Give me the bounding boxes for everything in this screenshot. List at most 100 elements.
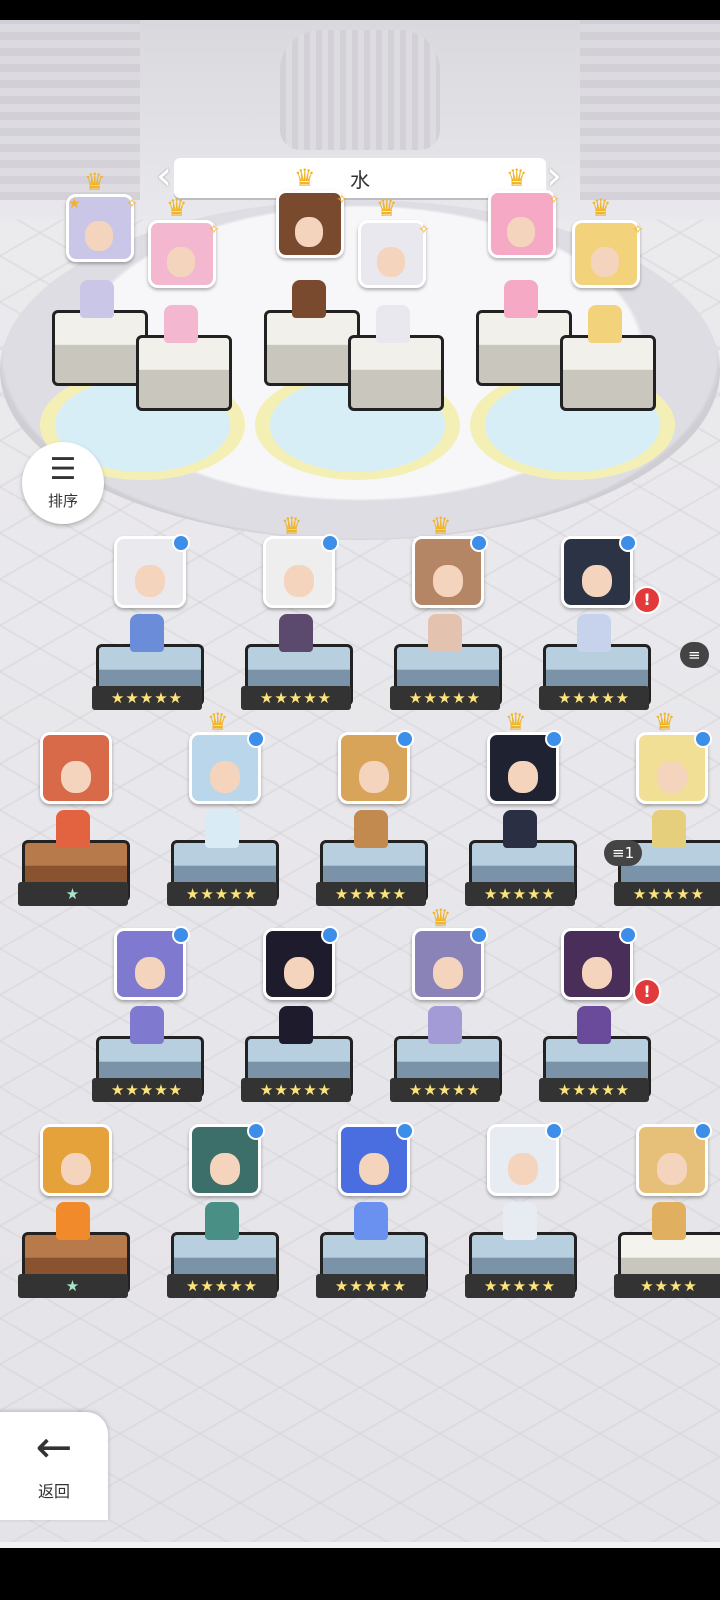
team-hero-sprite[interactable] <box>588 305 622 343</box>
hero-card[interactable]: ♛ ★★★★★ <box>594 710 720 917</box>
hero-card[interactable]: ♛ ★★★★★ <box>370 906 520 1113</box>
hero-sprite <box>279 614 313 652</box>
hero-sprite <box>428 1006 462 1044</box>
water-element-icon <box>247 730 265 748</box>
water-element-icon <box>172 926 190 944</box>
hero-face <box>508 761 538 793</box>
hero-face <box>210 761 240 793</box>
crown-icon: ♛ <box>84 168 106 196</box>
bond-badge: ≡ <box>680 642 709 668</box>
hero-portrait[interactable] <box>40 1124 112 1196</box>
hero-card[interactable]: ★★★★★ <box>72 918 222 1113</box>
back-label: 返回 <box>37 1482 70 1501</box>
alert-icon: ! <box>633 586 661 614</box>
element-title: 水 <box>350 167 370 192</box>
team-hero-portrait[interactable] <box>572 220 640 288</box>
hero-face <box>359 761 389 793</box>
hero-card[interactable]: ★★★★★ <box>296 722 446 917</box>
team-hero-sprite[interactable] <box>376 305 410 343</box>
alert-icon: ! <box>633 978 661 1006</box>
water-element-icon <box>172 534 190 552</box>
team-hero-sprite[interactable] <box>80 280 114 318</box>
water-element-icon <box>321 534 339 552</box>
crown-icon: ♛ <box>294 164 316 192</box>
star-rating: ★★★★★ <box>390 1078 500 1102</box>
team-hero-portrait[interactable] <box>276 190 344 258</box>
water-element-icon <box>694 1122 712 1140</box>
star-rating: ★★★★★ <box>92 1078 202 1102</box>
team-hero-sprite[interactable] <box>504 280 538 318</box>
crown-icon: ♛ <box>430 904 452 932</box>
hero-card[interactable]: ★★★★ <box>594 1114 720 1309</box>
right-pillar <box>580 20 720 200</box>
star-rating: ★★★★★ <box>390 686 500 710</box>
hero-sprite <box>130 614 164 652</box>
water-element-icon <box>694 730 712 748</box>
crown-icon: ♛ <box>430 512 452 540</box>
hero-card[interactable]: ♛ ★★★★★ <box>445 710 595 917</box>
hero-portrait[interactable] <box>40 732 112 804</box>
hero-card[interactable]: ! ★★★★★ <box>519 918 669 1113</box>
hero-sprite <box>279 1006 313 1044</box>
hero-card[interactable]: ♛ ★★★★★ <box>370 514 520 721</box>
team-pedestal <box>476 310 572 386</box>
sparkle-icon: ✧ <box>632 222 644 238</box>
hero-face <box>582 565 612 597</box>
hero-face <box>433 565 463 597</box>
star-rating: ★★★★★ <box>539 686 649 710</box>
hero-card[interactable]: ♛ ★★★★★ <box>147 710 297 917</box>
hero-card[interactable]: ★ <box>0 1114 148 1309</box>
star-rating: ★★★★★ <box>465 882 575 906</box>
bond-badge: ≡1 <box>604 840 643 866</box>
team-hero-portrait[interactable] <box>488 190 556 258</box>
hero-card[interactable]: ★★★★★ <box>72 526 222 721</box>
star-rating: ★★★★★ <box>465 1274 575 1298</box>
star-rating: ★★★★★ <box>539 1078 649 1102</box>
team-hero-sprite[interactable] <box>292 280 326 318</box>
back-button[interactable]: ← 返回 <box>0 1412 108 1520</box>
crown-icon: ♛ <box>376 194 398 222</box>
water-element-icon <box>247 1122 265 1140</box>
team-hero-portrait[interactable] <box>358 220 426 288</box>
sparkle-icon: ✧ <box>548 192 560 208</box>
hero-sprite <box>205 810 239 848</box>
team-hero-portrait[interactable] <box>148 220 216 288</box>
hero-card[interactable]: ★ <box>0 722 148 917</box>
bottom-strip <box>0 1542 720 1548</box>
star-rating: ★★★★★ <box>241 1078 351 1102</box>
hero-sprite <box>56 1202 90 1240</box>
sparkle-icon: ✧ <box>336 192 348 208</box>
water-element-icon <box>619 534 637 552</box>
star-rating: ★★★★★ <box>167 882 277 906</box>
team-hero-sprite[interactable] <box>164 305 198 343</box>
team-pedestal <box>264 310 360 386</box>
hero-face <box>657 761 687 793</box>
leader-star-icon: ★ <box>68 196 81 212</box>
hero-sprite <box>354 1202 388 1240</box>
hero-face <box>284 565 314 597</box>
crown-icon: ♛ <box>207 708 229 736</box>
hero-card[interactable]: ♛ ★★★★★ <box>221 514 371 721</box>
crown-icon: ♛ <box>166 194 188 222</box>
hero-sprite <box>652 810 686 848</box>
hero-face <box>359 1153 389 1185</box>
sort-icon: ☰ <box>49 452 77 487</box>
hero-card[interactable]: ★★★★★ <box>147 1114 297 1309</box>
hero-face <box>135 957 165 989</box>
team-pedestal <box>136 335 232 411</box>
hero-card[interactable]: ★★★★★ <box>221 918 371 1113</box>
hero-face <box>582 957 612 989</box>
hero-face <box>61 761 91 793</box>
hero-card[interactable]: ! ★★★★★ <box>519 526 669 721</box>
water-element-icon <box>321 926 339 944</box>
hero-sprite <box>503 810 537 848</box>
hero-card[interactable]: ★★★★★ <box>445 1114 595 1309</box>
hero-sprite <box>205 1202 239 1240</box>
game-stage: ‹ 水 › ♛ ✧ ★ ♛ ✧ ♛ ✧ ♛ ✧ ♛ ✧ ♛ ✧ ★★★★★ ♛ ★★★★★ ♛ ★★★★★! ★★… <box>0 20 720 1548</box>
sort-button[interactable]: ☰ 排序 <box>22 442 104 524</box>
crown-icon: ♛ <box>590 194 612 222</box>
hero-card[interactable]: ★★★★★ <box>296 1114 446 1309</box>
star-rating: ★★★★★ <box>92 686 202 710</box>
hero-sprite <box>130 1006 164 1044</box>
team-pedestal <box>52 310 148 386</box>
